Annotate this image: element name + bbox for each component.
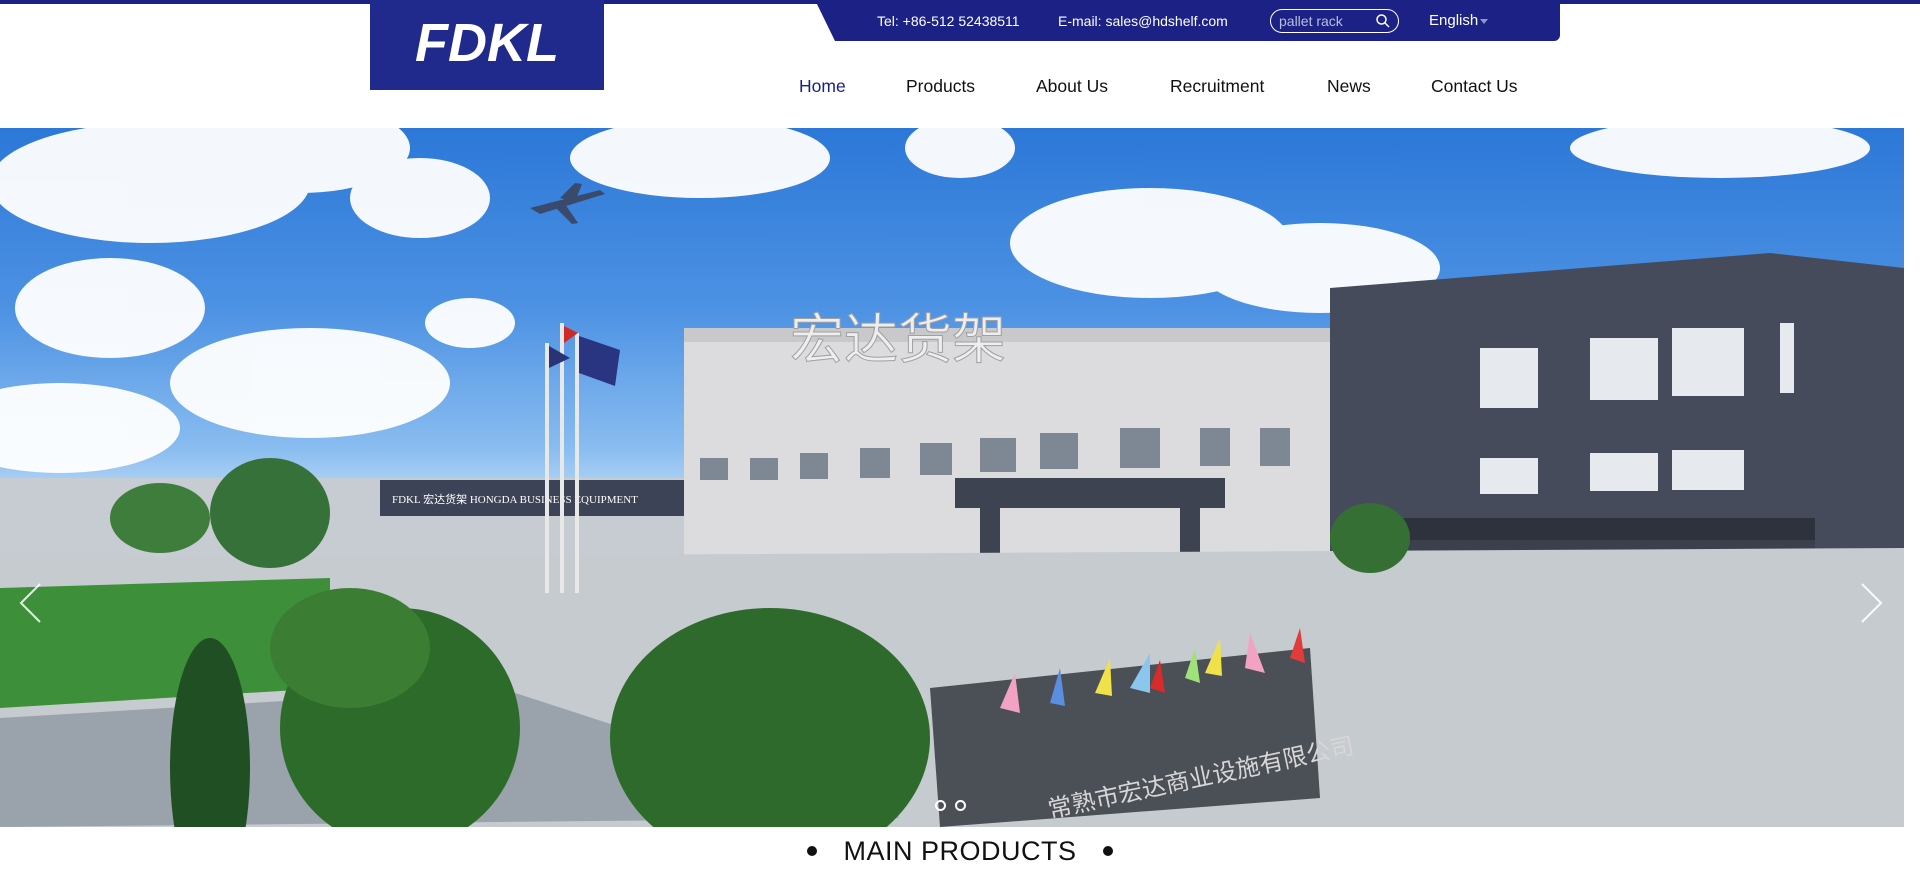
search-box [1270,9,1399,33]
nav-item-recruitment[interactable]: Recruitment [1170,76,1264,97]
search-icon[interactable] [1375,13,1391,29]
slide-dot-1[interactable] [935,800,946,811]
hero-slider[interactable]: FDKL 宏达货架 HONGDA BUSINESS EQUIPMENT 宏达货架 [0,128,1904,827]
search-input[interactable] [1279,12,1375,30]
nav-item-about-us[interactable]: About Us [1036,76,1108,97]
entrance-canopy [955,478,1225,508]
nav-item-news[interactable]: News [1327,76,1371,97]
email-address: E-mail: sales@hdshelf.com [1058,13,1228,29]
logo-text: FDKL [415,15,559,73]
nav-item-contact-us[interactable]: Contact Us [1431,76,1518,97]
main-products-heading: MAIN PRODUCTS [0,836,1920,876]
language-selector[interactable]: English [1429,12,1489,29]
slide-dot-2[interactable] [955,800,966,811]
fdkl-logo-icon: FDKL [415,15,559,73]
airplane [530,183,605,224]
section-title: MAIN PRODUCTS [843,836,1077,866]
contact-bar: Tel: +86-512 52438511 E-mail: sales@hdsh… [815,0,1560,41]
phone-number: Tel: +86-512 52438511 [877,13,1020,29]
language-label: English [1429,12,1479,29]
slider-pagination [935,800,966,811]
heading-bullet-left [807,845,818,856]
chevron-left-icon[interactable] [16,580,44,626]
chevron-right-icon[interactable] [1858,580,1886,626]
building-sign-text: 宏达货架 [790,308,1006,371]
side-sign-text: FDKL 宏达货架 HONGDA BUSINESS EQUIPMENT [392,492,638,506]
heading-bullet-right [1102,845,1113,856]
nav-item-products[interactable]: Products [906,76,975,97]
factory-photo: FDKL 宏达货架 HONGDA BUSINESS EQUIPMENT 宏达货架 [0,128,1904,827]
main-nav: Home Products About Us Recruitment News … [0,76,1920,98]
chevron-down-icon [1480,18,1489,24]
nav-item-home[interactable]: Home [799,76,846,97]
